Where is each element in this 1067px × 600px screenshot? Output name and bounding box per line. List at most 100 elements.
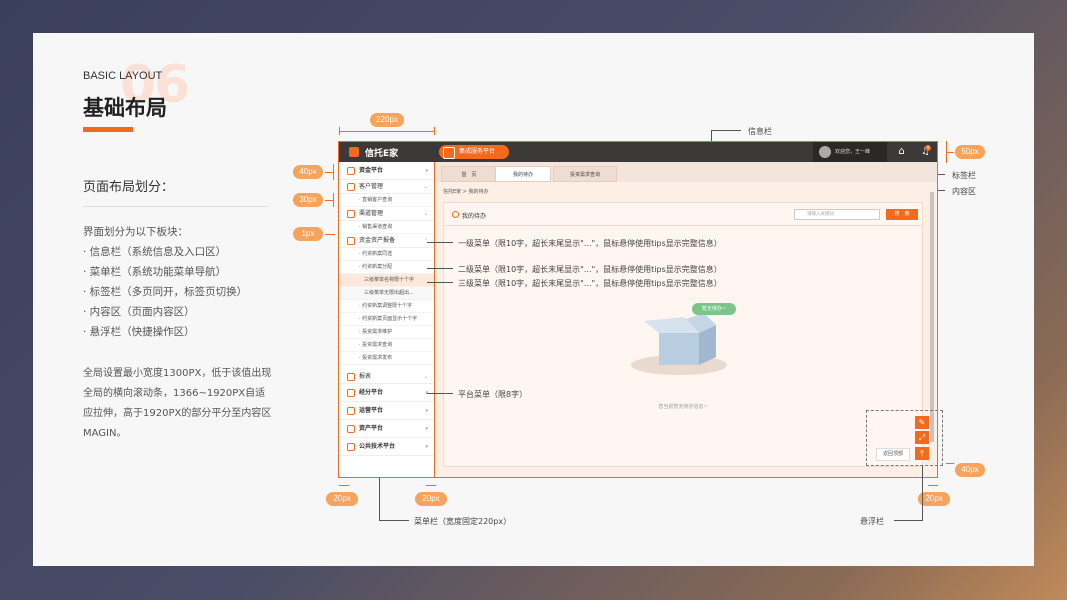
home-icon[interactable]: ⌂ (889, 142, 914, 162)
tech-icon (347, 442, 355, 451)
ann-float-bar: 悬浮栏 (860, 517, 884, 526)
dim-line (333, 193, 334, 207)
sidebar-subitem[interactable]: · 约资新案分配 (339, 261, 434, 274)
chart-icon (347, 372, 355, 381)
dim-line (928, 485, 938, 486)
leader-line (427, 242, 453, 243)
sidebar-third-item[interactable]: 三级菜单名称限十个字 (339, 274, 434, 287)
empty-bubble: 暂无待办~ (701, 306, 727, 312)
ann-content-area: 内容区 (952, 187, 976, 196)
dim-tick (434, 127, 435, 135)
breadcrumb[interactable]: 信托E家 > 我的待办 (443, 188, 489, 195)
sidebar-platform-tech[interactable]: 公共技术平台 ▾ (339, 438, 434, 456)
sidebar-platform-analysis[interactable]: 经分平台▾ (339, 384, 434, 402)
search-input[interactable]: 请输入关键词 (794, 209, 880, 220)
empty-state-text: 您当前暂无待办信息~ (658, 404, 708, 410)
edit-icon[interactable]: ✎ (915, 416, 929, 429)
back-top-icon[interactable]: ⤒ (915, 447, 929, 460)
sidebar-subitem[interactable]: · 投资需求查询 (339, 339, 434, 352)
ann-level1: 一级菜单（限10字，超长末尾显示"..."，鼠标悬停使用tips显示完整信息） (458, 239, 722, 248)
users-icon (347, 182, 355, 191)
sidebar-subitem[interactable]: · 约资新案调整限十个字 (339, 300, 434, 313)
sidebar-subitem[interactable]: · 约资新案同选 (339, 248, 434, 261)
tab-invest-query[interactable]: 投资需求查询 (553, 166, 617, 182)
sidebar-third-item[interactable]: 三级菜单无限出超出... (339, 287, 434, 300)
eyebrow-label: BASIC LAYOUT (83, 70, 163, 82)
report-icon (347, 236, 355, 245)
sidebar-subitem[interactable]: · 投资需求维护 (339, 326, 434, 339)
sidebar-platform-ops[interactable]: 运营平台 ▾ (339, 402, 434, 420)
logo-icon (349, 147, 359, 157)
ann-info-bar: 信息栏 (748, 127, 772, 136)
bullet-item: · 悬浮栏（快捷操作区） (83, 326, 195, 338)
bullet-item: · 标签栏（多页同开，标签页切换） (83, 286, 248, 298)
panel-divider (444, 225, 922, 226)
sidebar-item-report-fund[interactable]: 资金资产报备 ⌃ (339, 234, 434, 248)
clock-icon (452, 211, 459, 218)
dim-badge-220: 220px (370, 113, 404, 127)
divider (83, 206, 268, 207)
note-text: 全局设置最小宽度1300PX，低于该值出现全局的横向滚动条，1366~1920P… (83, 368, 272, 439)
search-button[interactable]: 搜 索 (886, 209, 918, 220)
ann-level2: 二级菜单（限10字，超长末尾显示"..."，鼠标悬停使用tips显示完整信息） (458, 265, 722, 274)
dim-badge-20a: 20px (326, 492, 358, 506)
dim-badge-40: 40px (293, 165, 323, 179)
sidebar-item-channels[interactable]: 渠道管理 ⌄ (339, 207, 434, 221)
scrollbar-thumb[interactable] (930, 192, 934, 442)
dim-line (325, 234, 335, 235)
dim-badge-20b: 20px (415, 492, 447, 506)
sidebar-subitem[interactable]: · 销售渠道查询 (339, 221, 434, 234)
dim-line (339, 485, 349, 486)
notification-badge: 9 (925, 145, 931, 151)
dim-tick (339, 127, 340, 135)
bullet-item: · 信息栏（系统信息及入口区） (83, 246, 227, 258)
panel-title: 我的待办 (462, 213, 487, 220)
dim-line (946, 463, 954, 464)
leader-line (922, 466, 923, 521)
assets-icon (347, 424, 355, 433)
channel-icon (347, 209, 355, 218)
empty-box-icon (631, 303, 736, 375)
analysis-icon (347, 388, 355, 397)
leader-line (427, 282, 453, 283)
fullscreen-icon[interactable]: ⤢ (915, 431, 929, 444)
sidebar-item-customers[interactable]: 客户管理 ⌄ (339, 180, 434, 194)
fund-icon (347, 166, 355, 175)
dim-line (325, 172, 333, 173)
leader-line (379, 478, 380, 520)
content-area: 信托E家 > 我的待办 我的待办 请输入关键词 搜 索 暂无待办~ 您当前暂无待… (435, 182, 937, 477)
bullet-item: · 内容区（页面内容区） (83, 306, 195, 318)
dim-line (946, 152, 954, 153)
ann-tab-bar: 标签栏 (952, 171, 976, 180)
avatar[interactable] (819, 146, 831, 158)
tab-todo[interactable]: 我的待办 (495, 166, 551, 182)
info-bar: 信托E家 集成服务平台 欢迎您，王一峰 ⌂ ♫ 9 (339, 142, 937, 162)
section-subtitle: 页面布局划分： (83, 180, 175, 195)
ann-platform-menu: 平台菜单（限8字） (458, 390, 528, 399)
dim-line (325, 200, 333, 201)
leader-line (427, 393, 453, 394)
sidebar-subitem[interactable]: · 投资需求发布 (339, 352, 434, 365)
app-logo: 信托E家 (365, 149, 399, 159)
dim-line (426, 485, 436, 486)
dim-line (333, 164, 334, 180)
ops-icon (347, 406, 355, 415)
platform-switch[interactable]: 集成服务平台 (439, 145, 509, 159)
bullet-list: · 信息栏（系统信息及入口区） · 菜单栏（系统功能菜单导航） · 标签栏（多页… (83, 242, 247, 342)
sidebar-item-reports[interactable]: 报表 ⌄ (339, 370, 434, 384)
tab-bar: 首 页 我的待办 投资需求查询 (435, 162, 937, 182)
leader-line (711, 130, 741, 131)
intro-text: 界面划分为以下板块： (83, 226, 188, 238)
leader-line (427, 268, 453, 269)
sidebar-platform-assets[interactable]: 资产平台 ▾ (339, 420, 434, 438)
sidebar-subitem[interactable]: · 约资新案页面显示十个字 (339, 313, 434, 326)
sidebar-subitem[interactable]: · 直销客户查询 (339, 194, 434, 207)
sidebar-platform-fund[interactable]: 资金平台 ▾ (339, 162, 434, 180)
dim-line-220 (339, 131, 435, 132)
dim-badge-40b: 40px (955, 463, 985, 477)
leader-line (379, 520, 409, 521)
leader-line (894, 520, 922, 521)
dim-badge-50: 50px (955, 145, 985, 159)
tab-home[interactable]: 首 页 (441, 166, 497, 182)
menu-bar: 资金平台 ▾ 客户管理 ⌄ · 直销客户查询 渠道管理 ⌄ · 销售渠道查询 资金资产… (339, 162, 435, 477)
